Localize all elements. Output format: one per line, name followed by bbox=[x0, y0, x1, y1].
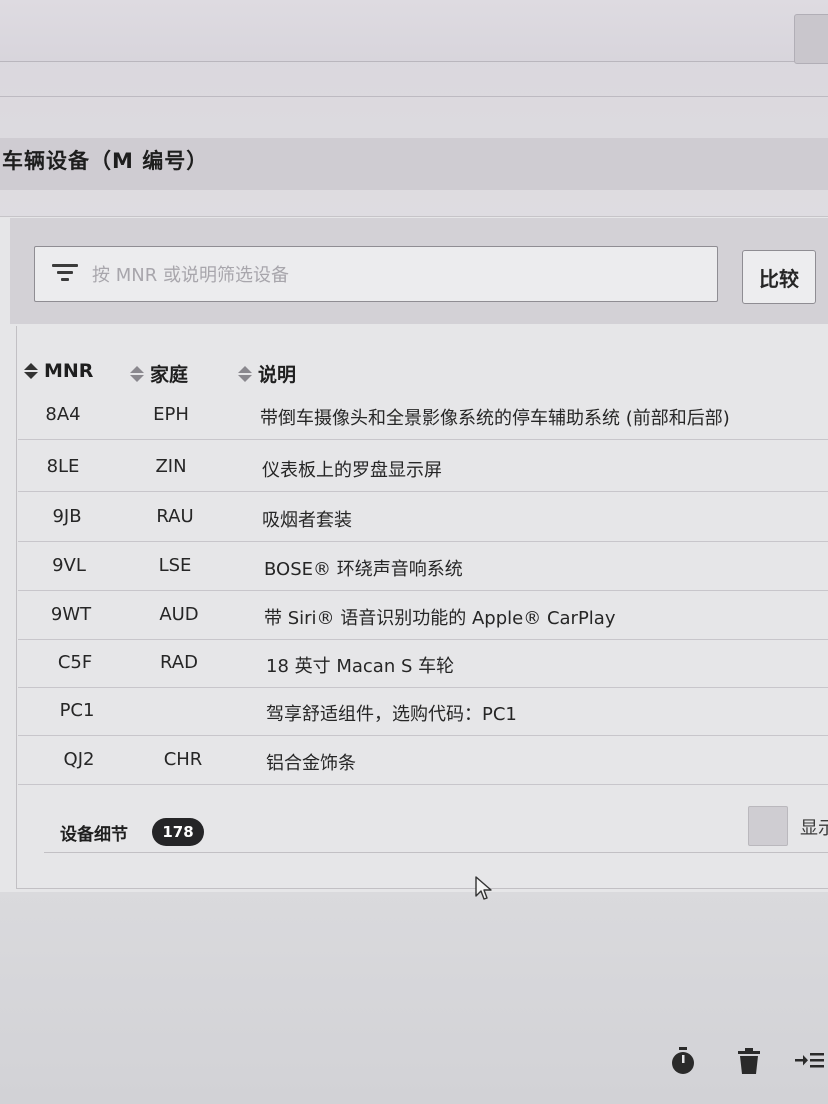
cell-description: 18 英寸 Macan S 车轮 bbox=[266, 656, 455, 677]
column-header-description[interactable]: 说明 bbox=[238, 360, 296, 387]
table-row[interactable]: 9WT AUD 带 Siri® 语音识别功能的 Apple® CarPlay bbox=[18, 592, 828, 640]
show-label: 显示 bbox=[800, 818, 828, 839]
cell-mnr: 8LE bbox=[46, 456, 80, 477]
cell-mnr: 9VL bbox=[52, 555, 86, 576]
cell-mnr: 9WT bbox=[50, 604, 92, 625]
table-row[interactable]: 8LE ZIN 仪表板上的罗盘显示屏 bbox=[18, 444, 828, 492]
column-header-mnr[interactable]: MNR bbox=[24, 360, 93, 382]
panel-border bbox=[16, 888, 828, 889]
cell-description: 驾享舒适组件，选购代码：PC1 bbox=[266, 704, 517, 725]
table-row[interactable]: C5F RAD 18 英寸 Macan S 车轮 bbox=[18, 640, 828, 688]
column-header-label: 家庭 bbox=[150, 364, 189, 386]
cell-mnr: QJ2 bbox=[63, 749, 95, 770]
cell-description: BOSE® 环绕声音响系统 bbox=[264, 559, 463, 580]
cell-family: CHR bbox=[163, 749, 203, 770]
cell-family: RAD bbox=[160, 652, 198, 673]
cell-family: ZIN bbox=[155, 456, 187, 477]
table-row[interactable]: QJ2 CHR 铝合金饰条 bbox=[18, 737, 828, 785]
show-checkbox[interactable] bbox=[748, 806, 788, 846]
table-row[interactable]: 9JB RAU 吸烟者套装 bbox=[18, 494, 828, 542]
cell-mnr: C5F bbox=[57, 652, 93, 673]
sort-icon bbox=[238, 365, 252, 382]
cell-family: EPH bbox=[153, 404, 189, 425]
cell-description: 仪表板上的罗盘显示屏 bbox=[262, 460, 442, 481]
divider bbox=[44, 852, 828, 853]
cell-description: 带 Siri® 语音识别功能的 Apple® CarPlay bbox=[264, 608, 616, 629]
cell-description: 铝合金饰条 bbox=[266, 753, 356, 774]
top-right-button[interactable] bbox=[794, 14, 828, 64]
top-bar bbox=[0, 0, 828, 64]
sort-icon bbox=[24, 363, 38, 379]
cell-description: 带倒车摄像头和全景影像系统的停车辅助系统 (前部和后部) bbox=[260, 408, 730, 429]
filter-icon bbox=[52, 262, 80, 284]
sub-bar bbox=[0, 63, 828, 97]
cell-mnr: 9JB bbox=[52, 506, 82, 527]
cell-description: 吸烟者套装 bbox=[262, 510, 352, 531]
column-header-label: MNR bbox=[44, 360, 94, 382]
cell-family: AUD bbox=[159, 604, 199, 625]
sort-icon bbox=[130, 365, 144, 382]
cell-mnr: 8A4 bbox=[45, 404, 81, 425]
section-title: 车辆设备（M 编号） bbox=[2, 149, 209, 173]
count-badge: 178 bbox=[152, 818, 204, 846]
filter-placeholder: 按 MNR 或说明筛选设备 bbox=[92, 265, 289, 286]
table-row[interactable]: PC1 驾享舒适组件，选购代码：PC1 bbox=[18, 688, 828, 736]
panel-border bbox=[16, 326, 17, 888]
table-row[interactable]: 8A4 EPH 带倒车摄像头和全景影像系统的停车辅助系统 (前部和后部) bbox=[18, 392, 828, 440]
cursor-icon bbox=[475, 876, 492, 900]
cell-family: RAU bbox=[156, 506, 194, 527]
cell-mnr: PC1 bbox=[59, 700, 95, 721]
cell-family: LSE bbox=[158, 555, 192, 576]
compare-button[interactable]: 比较 bbox=[742, 250, 816, 304]
trash-icon[interactable] bbox=[734, 1046, 764, 1076]
table-row[interactable]: 9VL LSE BOSE® 环绕声音响系统 bbox=[18, 543, 828, 591]
column-header-family[interactable]: 家庭 bbox=[130, 360, 188, 387]
indent-icon[interactable] bbox=[794, 1046, 824, 1076]
timer-icon[interactable] bbox=[668, 1046, 698, 1076]
column-header-label: 说明 bbox=[258, 364, 297, 386]
equipment-details-label: 设备细节 bbox=[60, 825, 128, 845]
